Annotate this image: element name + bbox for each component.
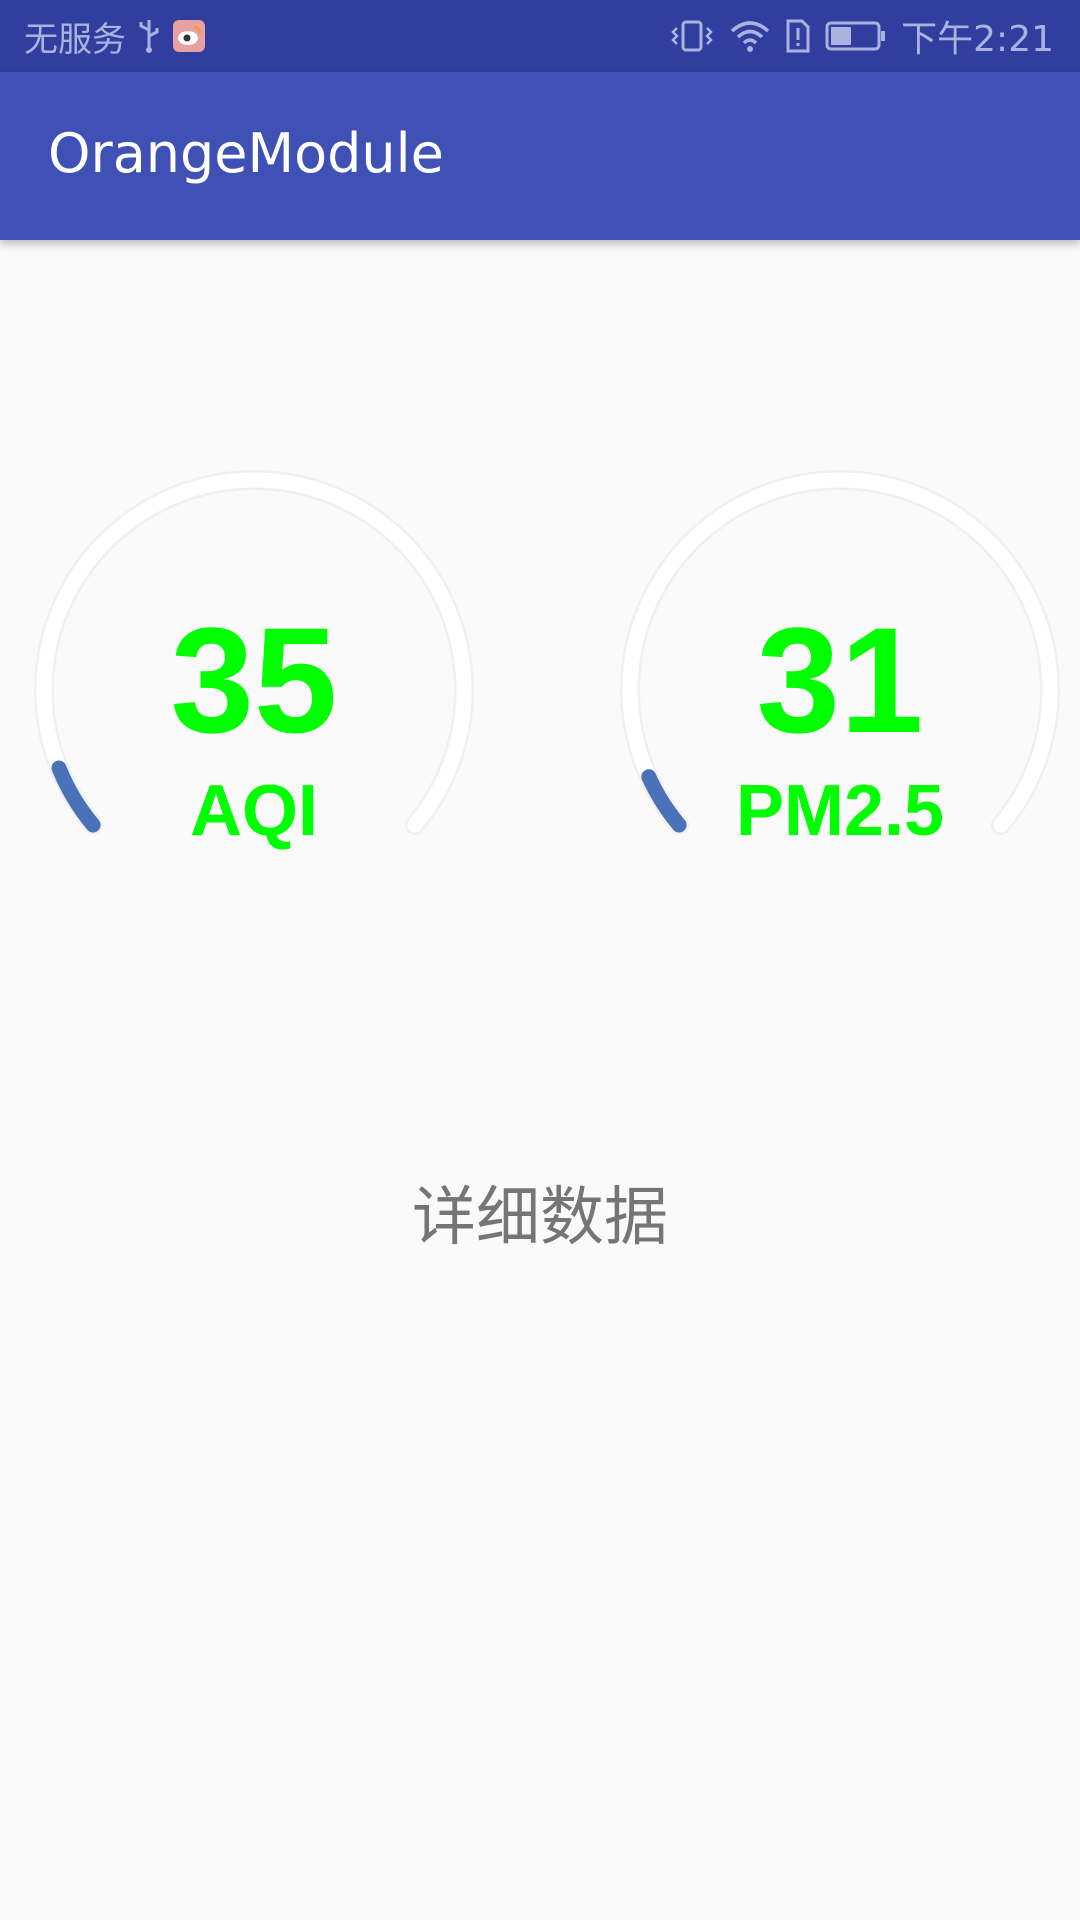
pm25-value: 31 [756,596,924,764]
detail-data-button[interactable]: 详细数据 [0,1180,1080,1257]
aqi-label: AQI [189,771,318,851]
aqi-value: 35 [170,596,338,764]
clock-text: 下午2:21 [901,19,1054,60]
aqi-gauge: 35 AQI [24,450,484,870]
vibrate-icon [669,18,715,54]
status-left: 无服务 [24,0,206,72]
weibo-app-icon [172,19,206,53]
usb-icon [136,18,162,54]
carrier-text: 无服务 [24,19,126,60]
wifi-icon [729,19,771,53]
pm25-label: PM2.5 [735,771,945,851]
battery-icon [825,20,887,52]
pm25-gauge: 31 PM2.5 [610,450,1070,870]
status-bar: 无服务 下午2:21 [0,0,1080,72]
sim-alert-icon [785,18,811,54]
app-bar: OrangeModule [0,72,1080,240]
status-right: 下午2:21 [669,0,1054,72]
app-title: OrangeModule [48,122,444,185]
